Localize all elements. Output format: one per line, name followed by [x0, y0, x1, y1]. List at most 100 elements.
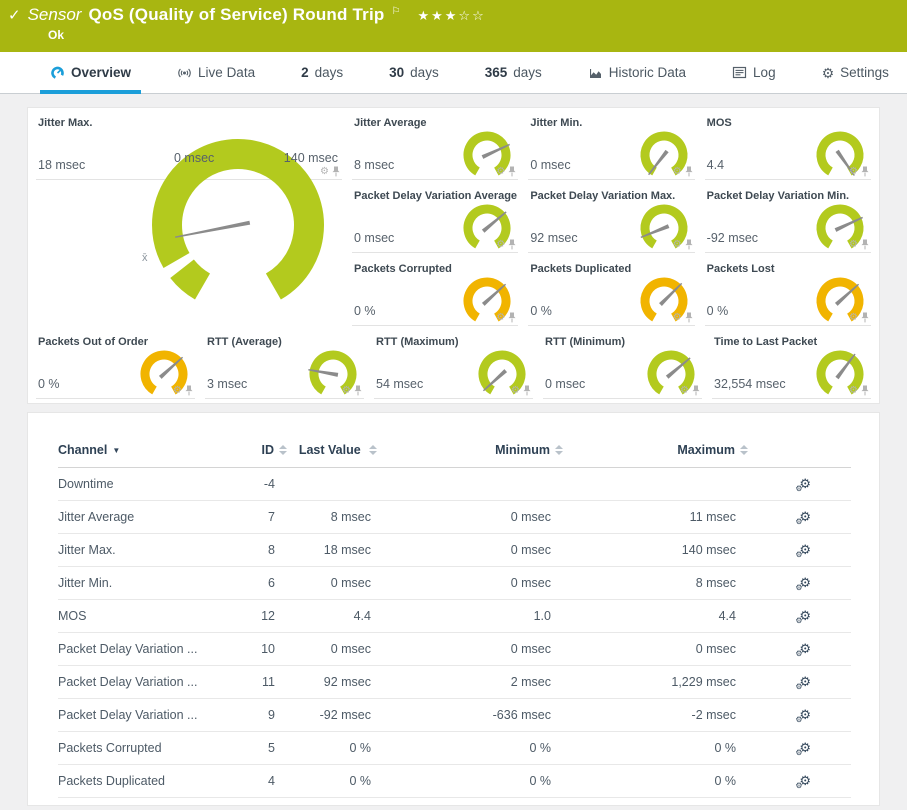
sort-icon — [555, 445, 563, 455]
pin-icon[interactable] — [861, 166, 869, 177]
gauge-icon — [50, 65, 65, 80]
gear-icon[interactable]: ⚙ — [496, 240, 505, 250]
cell-last-value: -92 msec — [293, 699, 389, 732]
pin-icon[interactable] — [692, 385, 700, 396]
status-ok-check-icon: ✓ — [8, 6, 21, 24]
channel-settings-icon[interactable]: ⚙⚙ — [799, 741, 811, 754]
table-row[interactable]: Jitter Average 7 8 msec 0 msec 11 msec ⚙… — [58, 501, 851, 534]
gear-icon[interactable]: ⚙ — [320, 167, 329, 177]
tile-actions: ⚙ — [496, 312, 516, 323]
gear-icon[interactable]: ⚙ — [496, 167, 505, 177]
tab-30-days[interactable]: 30days — [379, 52, 449, 93]
pin-icon[interactable] — [354, 385, 362, 396]
tab-historic-data[interactable]: Historic Data — [578, 52, 696, 93]
cell-channel: Packet Delay Variation ... — [58, 666, 248, 699]
gear-icon[interactable]: ⚙ — [680, 386, 689, 396]
pin-icon[interactable] — [332, 166, 340, 177]
pin-icon[interactable] — [508, 166, 516, 177]
gauge-title: MOS — [707, 117, 732, 129]
pin-icon[interactable] — [861, 385, 869, 396]
gauge-value: 54 msec — [376, 377, 423, 391]
tab-live-data[interactable]: Live Data — [167, 52, 265, 93]
channel-settings-icon[interactable]: ⚙⚙ — [799, 675, 811, 688]
channel-settings-icon[interactable]: ⚙⚙ — [799, 543, 811, 556]
table-row[interactable]: Downtime -4 ⚙⚙ — [58, 468, 851, 501]
tab-settings[interactable]: ⚙Settings — [812, 52, 899, 93]
channel-settings-icon[interactable]: ⚙⚙ — [799, 774, 811, 787]
gear-icon[interactable]: ⚙ — [673, 167, 682, 177]
column-header-channel[interactable]: Channel▼ — [58, 439, 248, 468]
gear-icon[interactable]: ⚙ — [849, 240, 858, 250]
table-row[interactable]: Packet Delay Variation ... 9 -92 msec -6… — [58, 699, 851, 732]
column-header-minimum[interactable]: Minimum — [389, 439, 569, 468]
pin-icon[interactable] — [685, 312, 693, 323]
column-header-id[interactable]: ID — [248, 439, 293, 468]
cell-minimum: 0 msec — [389, 534, 569, 567]
cell-minimum: -636 msec — [389, 699, 569, 732]
star-rating[interactable]: ★★★☆☆ — [417, 8, 485, 24]
cell-id: 6 — [248, 567, 293, 600]
pin-icon[interactable] — [685, 239, 693, 250]
tab-365-days[interactable]: 365days — [475, 52, 552, 93]
gauge-min-label: 0 msec — [174, 151, 214, 165]
sort-icon — [740, 445, 748, 455]
table-row[interactable]: Jitter Max. 8 18 msec 0 msec 140 msec ⚙⚙ — [58, 534, 851, 567]
gauge-title: Packet Delay Variation Min. — [707, 190, 849, 202]
channel-settings-icon[interactable]: ⚙⚙ — [799, 576, 811, 589]
table-row[interactable]: Packets Duplicated 4 0 % 0 % 0 % ⚙⚙ — [58, 765, 851, 798]
pin-icon[interactable] — [508, 312, 516, 323]
gear-icon[interactable]: ⚙ — [496, 313, 505, 323]
gauge-value: 8 msec — [354, 158, 394, 172]
column-header-last-value[interactable]: Last Value — [293, 439, 389, 468]
gauge-max-label: 140 msec — [284, 151, 338, 165]
gauge-title: Jitter Min. — [530, 117, 582, 129]
cell-channel: Packet Delay Variation ... — [58, 699, 248, 732]
tab-overview[interactable]: Overview — [40, 52, 141, 93]
gear-icon[interactable]: ⚙ — [511, 386, 520, 396]
channel-settings-icon[interactable]: ⚙⚙ — [799, 510, 811, 523]
gauge-title: Packets Corrupted — [354, 263, 452, 275]
gauge-title: Packets Duplicated — [530, 263, 631, 275]
gauge-tile-rtt-minimum-: RTT (Minimum) 0 msec ⚙ — [543, 335, 702, 399]
gear-icon[interactable]: ⚙ — [849, 386, 858, 396]
pin-icon[interactable] — [508, 239, 516, 250]
column-header-maximum[interactable]: Maximum — [569, 439, 754, 468]
gauge-tile-packets-duplicated: Packets Duplicated 0 % ⚙ — [528, 262, 694, 326]
tab-log[interactable]: Log — [722, 52, 786, 93]
table-row[interactable]: Packets Corrupted 5 0 % 0 % 0 % ⚙⚙ — [58, 732, 851, 765]
gear-icon[interactable]: ⚙ — [849, 167, 858, 177]
pin-icon[interactable] — [685, 166, 693, 177]
tab-bar: Overview Live Data 2days 30days 365days Histo… — [0, 52, 907, 94]
cell-last-value: 92 msec — [293, 666, 389, 699]
channel-settings-icon[interactable]: ⚙⚙ — [799, 609, 811, 622]
table-row[interactable]: Jitter Min. 6 0 msec 0 msec 8 msec ⚙⚙ — [58, 567, 851, 600]
gauge-title: Packets Lost — [707, 263, 775, 275]
tile-actions: ⚙ — [496, 239, 516, 250]
sort-icon — [279, 445, 287, 455]
gauge-tile-packet-delay-variation-max-: Packet Delay Variation Max. 92 msec ⚙ — [528, 189, 694, 253]
gear-icon[interactable]: ⚙ — [342, 386, 351, 396]
table-row[interactable]: Packet Delay Variation ... 10 0 msec 0 m… — [58, 633, 851, 666]
tab-2-days[interactable]: 2days — [291, 52, 353, 93]
pin-icon[interactable] — [185, 385, 193, 396]
pin-icon[interactable] — [523, 385, 531, 396]
gear-icon[interactable]: ⚙ — [173, 386, 182, 396]
table-row[interactable]: MOS 12 4.4 1.0 4.4 ⚙⚙ — [58, 600, 851, 633]
channel-settings-icon[interactable]: ⚙⚙ — [799, 708, 811, 721]
tile-actions: ⚙ — [511, 385, 531, 396]
channel-settings-icon[interactable]: ⚙⚙ — [799, 477, 811, 490]
gauge-tile-rtt-average-: RTT (Average) 3 msec ⚙ — [205, 335, 364, 399]
tile-actions: ⚙ — [673, 312, 693, 323]
gauge-tile-main: Jitter Max. x̄ 0 msec 140 msec 18 msec ⚙ — [36, 116, 342, 180]
gear-icon[interactable]: ⚙ — [673, 313, 682, 323]
channel-settings-icon[interactable]: ⚙⚙ — [799, 642, 811, 655]
gauge-value: 0 msec — [530, 158, 570, 172]
tile-actions: ⚙ — [342, 385, 362, 396]
pin-icon[interactable] — [861, 239, 869, 250]
flag-icon[interactable]: ⚐ — [392, 6, 401, 17]
gear-icon[interactable]: ⚙ — [673, 240, 682, 250]
cell-maximum: 0 % — [569, 732, 754, 765]
pin-icon[interactable] — [861, 312, 869, 323]
table-row[interactable]: Packet Delay Variation ... 11 92 msec 2 … — [58, 666, 851, 699]
gear-icon[interactable]: ⚙ — [849, 313, 858, 323]
